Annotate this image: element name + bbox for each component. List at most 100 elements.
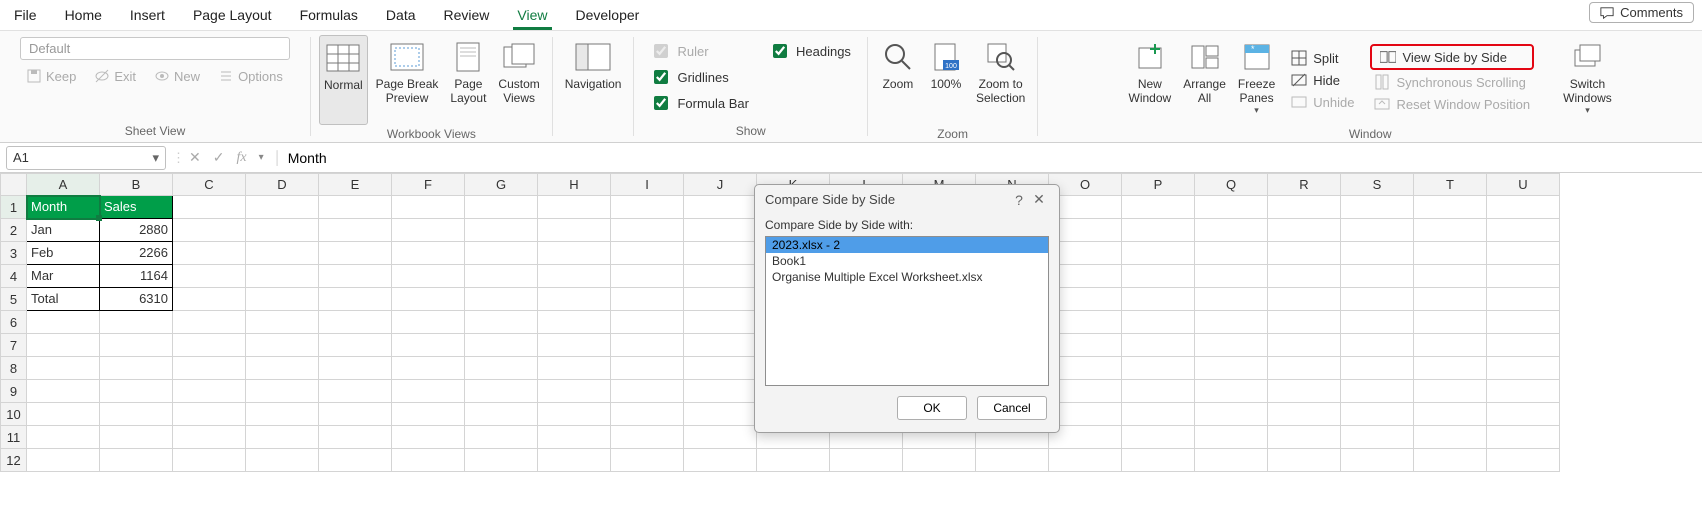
row-header[interactable]: 11 — [1, 426, 27, 449]
cell[interactable] — [1341, 380, 1414, 403]
cell[interactable] — [830, 449, 903, 472]
hide-button[interactable]: Hide — [1287, 70, 1358, 90]
cell[interactable] — [1487, 403, 1560, 426]
tab-page-layout[interactable]: Page Layout — [179, 0, 286, 30]
cell[interactable]: 2880 — [100, 219, 173, 242]
cell[interactable] — [1487, 265, 1560, 288]
cell[interactable] — [246, 403, 319, 426]
col-header[interactable]: E — [319, 174, 392, 196]
split-button[interactable]: Split — [1287, 48, 1358, 68]
cell[interactable]: Feb — [27, 242, 100, 265]
cell[interactable] — [392, 265, 465, 288]
headings-checkbox[interactable]: Headings — [769, 41, 851, 61]
cell[interactable] — [611, 311, 684, 334]
cell[interactable] — [1414, 242, 1487, 265]
cell[interactable] — [684, 403, 757, 426]
cell[interactable]: 2266 — [100, 242, 173, 265]
cell[interactable] — [1341, 219, 1414, 242]
cell[interactable] — [246, 265, 319, 288]
cell[interactable] — [611, 449, 684, 472]
cell[interactable] — [246, 334, 319, 357]
cell[interactable] — [1341, 426, 1414, 449]
formula-bar-checkbox[interactable]: Formula Bar — [650, 93, 749, 113]
cell[interactable] — [1268, 265, 1341, 288]
cell[interactable] — [611, 288, 684, 311]
cell[interactable] — [684, 426, 757, 449]
options-button[interactable]: Options — [212, 64, 289, 88]
cell[interactable] — [1414, 380, 1487, 403]
cell[interactable] — [1268, 357, 1341, 380]
cell[interactable] — [611, 196, 684, 219]
cell[interactable] — [1414, 288, 1487, 311]
col-header[interactable]: Q — [1195, 174, 1268, 196]
cell[interactable]: Mar — [27, 265, 100, 288]
cell[interactable] — [1414, 265, 1487, 288]
cell[interactable] — [1195, 449, 1268, 472]
col-header[interactable]: S — [1341, 174, 1414, 196]
cell[interactable] — [1341, 449, 1414, 472]
tab-home[interactable]: Home — [51, 0, 116, 30]
cell[interactable] — [1487, 449, 1560, 472]
cell[interactable] — [1341, 334, 1414, 357]
col-header[interactable]: G — [465, 174, 538, 196]
row-header[interactable]: 6 — [1, 311, 27, 334]
navigation-button[interactable]: Navigation — [561, 35, 626, 125]
cell[interactable] — [1122, 265, 1195, 288]
cell[interactable] — [1341, 357, 1414, 380]
cell[interactable] — [684, 265, 757, 288]
new-button[interactable]: New — [148, 64, 206, 88]
cell[interactable] — [246, 357, 319, 380]
cell[interactable] — [392, 219, 465, 242]
tab-review[interactable]: Review — [430, 0, 504, 30]
cell[interactable] — [1195, 288, 1268, 311]
cell[interactable] — [1122, 426, 1195, 449]
cell[interactable] — [684, 242, 757, 265]
cell[interactable] — [538, 311, 611, 334]
cell[interactable] — [1487, 357, 1560, 380]
row-header[interactable]: 3 — [1, 242, 27, 265]
cell[interactable] — [611, 403, 684, 426]
enter-formula-icon[interactable]: ✓ — [209, 149, 229, 166]
cell[interactable] — [1414, 357, 1487, 380]
cell[interactable] — [392, 426, 465, 449]
row-header[interactable]: 12 — [1, 449, 27, 472]
cell[interactable] — [1268, 334, 1341, 357]
cell[interactable] — [1487, 219, 1560, 242]
cell[interactable] — [100, 403, 173, 426]
cell[interactable] — [538, 219, 611, 242]
tab-developer[interactable]: Developer — [562, 0, 654, 30]
cell[interactable] — [173, 334, 246, 357]
cell[interactable] — [465, 449, 538, 472]
cell[interactable] — [465, 311, 538, 334]
col-header[interactable]: P — [1122, 174, 1195, 196]
cell[interactable] — [976, 449, 1049, 472]
cell[interactable] — [1414, 334, 1487, 357]
chevron-down-icon[interactable]: ▾ — [255, 152, 268, 163]
cell[interactable] — [465, 426, 538, 449]
cell[interactable] — [538, 403, 611, 426]
col-header[interactable]: F — [392, 174, 465, 196]
col-header[interactable]: H — [538, 174, 611, 196]
cell[interactable] — [392, 242, 465, 265]
cell[interactable] — [1195, 380, 1268, 403]
cell[interactable] — [1341, 196, 1414, 219]
cell[interactable] — [538, 288, 611, 311]
row-header[interactable]: 8 — [1, 357, 27, 380]
cell[interactable] — [465, 334, 538, 357]
cell[interactable] — [1195, 196, 1268, 219]
cell[interactable] — [1487, 380, 1560, 403]
sheet-view-selector[interactable]: Default — [20, 37, 290, 60]
cell[interactable] — [684, 357, 757, 380]
page-layout-button[interactable]: Page Layout — [446, 35, 490, 125]
cell[interactable] — [173, 196, 246, 219]
list-item[interactable]: 2023.xlsx - 2 — [766, 237, 1048, 253]
col-header[interactable]: J — [684, 174, 757, 196]
cell[interactable] — [392, 449, 465, 472]
cell[interactable] — [173, 242, 246, 265]
tab-formulas[interactable]: Formulas — [286, 0, 372, 30]
cell[interactable] — [1341, 288, 1414, 311]
tab-file[interactable]: File — [0, 0, 51, 30]
custom-views-button[interactable]: Custom Views — [494, 35, 543, 125]
cell[interactable] — [319, 380, 392, 403]
cell[interactable] — [319, 403, 392, 426]
